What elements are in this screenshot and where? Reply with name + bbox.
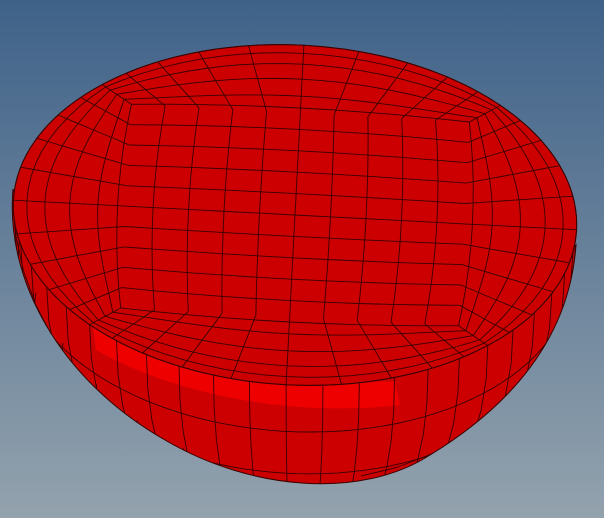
viewport-canvas[interactable] <box>0 0 604 518</box>
3d-viewport[interactable] <box>0 0 604 518</box>
